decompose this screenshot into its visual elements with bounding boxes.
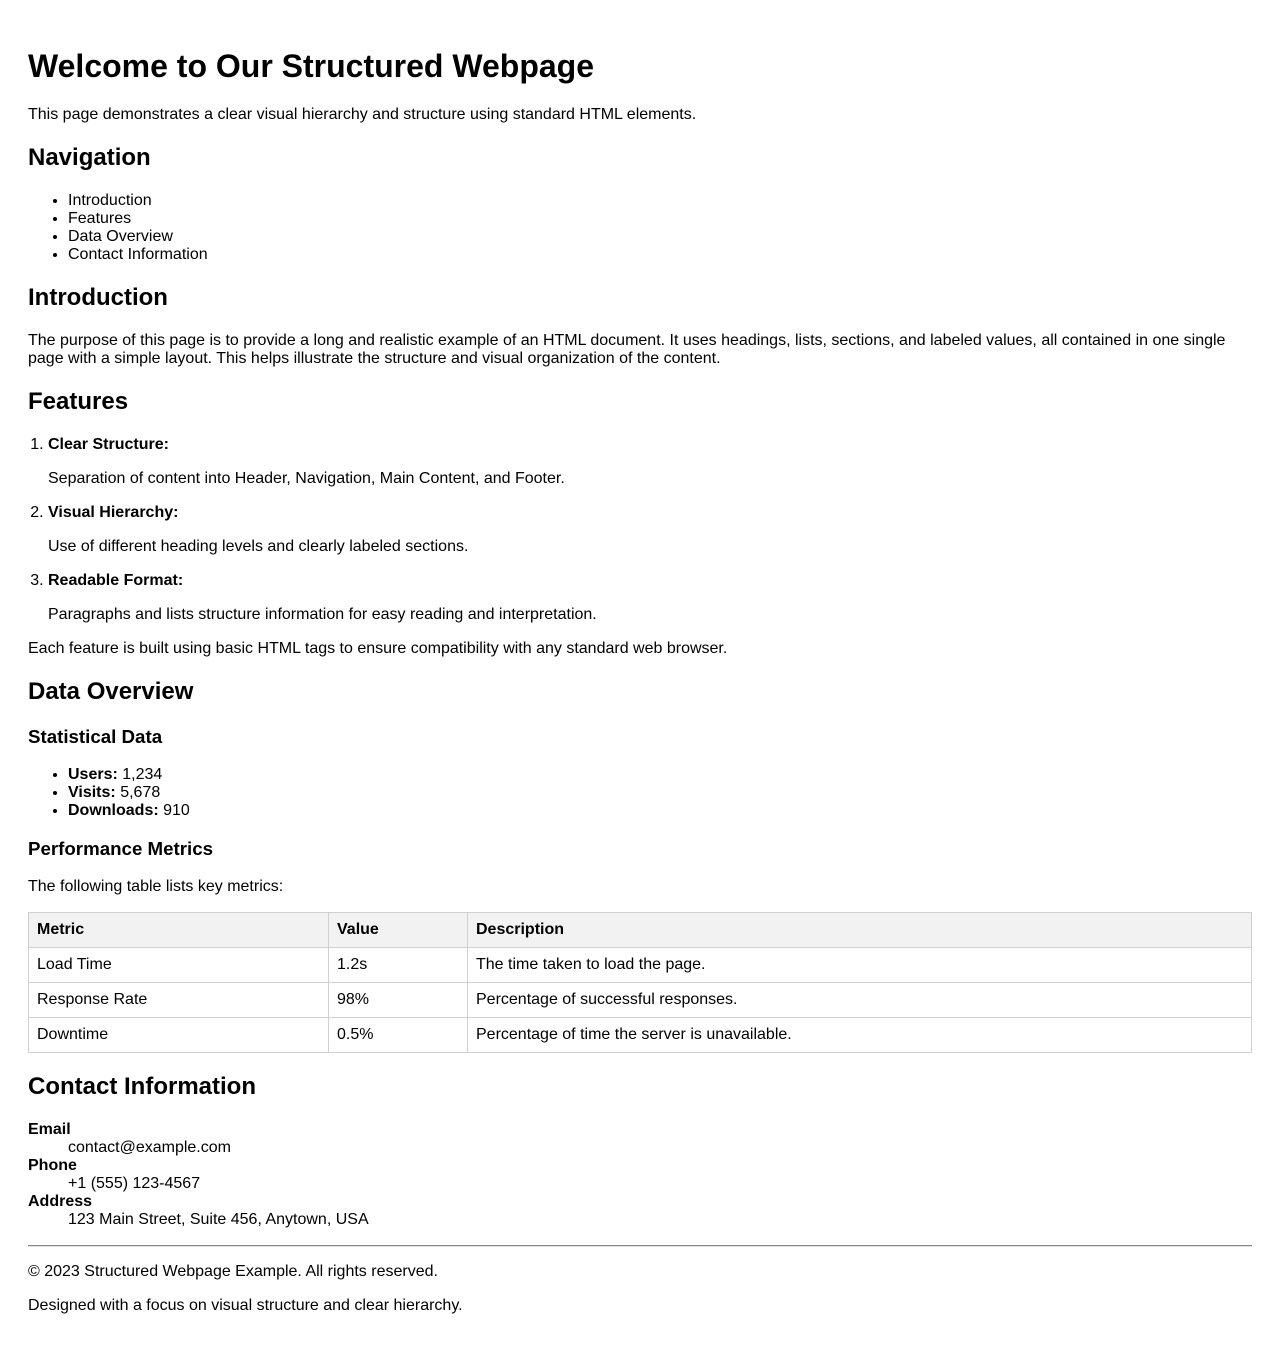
contact-value-phone: +1 (555) 123-4567 bbox=[68, 1175, 201, 1192]
data-overview-section: Data Overview Statistical Data Users: 1,… bbox=[28, 678, 1252, 1053]
introduction-heading: Introduction bbox=[28, 284, 168, 311]
contact-label-phone: Phone bbox=[28, 1157, 77, 1174]
navigation-section: Navigation Introduction Features Data Ov… bbox=[28, 144, 1252, 264]
page: Welcome to Our Structured Webpage This p… bbox=[0, 0, 1280, 1315]
table-cell: Load Time bbox=[28, 947, 329, 983]
nav-item-features[interactable]: Features bbox=[68, 210, 1252, 228]
feature-item: Visual Hierarchy: Use of different headi… bbox=[48, 504, 1252, 556]
contact-value-email: contact@example.com bbox=[68, 1139, 231, 1156]
feature-title: Readable Format: bbox=[48, 572, 184, 589]
stat-value: 1,234 bbox=[122, 766, 163, 783]
footer-copyright: © 2023 Structured Webpage Example. All r… bbox=[28, 1263, 438, 1280]
contact-heading: Contact Information bbox=[28, 1073, 256, 1100]
feature-description: Use of different heading levels and clea… bbox=[48, 538, 469, 555]
features-note: Each feature is built using basic HTML t… bbox=[28, 640, 728, 657]
column-header-description: Description bbox=[467, 912, 1252, 948]
stat-label: Downloads: bbox=[68, 802, 159, 819]
nav-item-contact-information[interactable]: Contact Information bbox=[68, 246, 1252, 264]
page-header: Welcome to Our Structured Webpage This p… bbox=[28, 48, 1252, 124]
page-title: Welcome to Our Structured Webpage bbox=[28, 48, 595, 84]
features-section: Features Clear Structure: Separation of … bbox=[28, 388, 1252, 658]
table-cell: Downtime bbox=[28, 1017, 329, 1053]
navigation-list: Introduction Features Data Overview Cont… bbox=[28, 192, 1252, 264]
nav-item-introduction[interactable]: Introduction bbox=[68, 192, 1252, 210]
contact-label-address: Address bbox=[28, 1193, 93, 1210]
table-row: Downtime 0.5% Percentage of time the ser… bbox=[28, 1017, 1252, 1053]
table-cell: The time taken to load the page. bbox=[467, 947, 1252, 983]
table-cell: Response Rate bbox=[28, 982, 329, 1018]
statistical-data-heading: Statistical Data bbox=[28, 726, 163, 747]
performance-metrics-heading: Performance Metrics bbox=[28, 838, 214, 859]
nav-item-data-overview[interactable]: Data Overview bbox=[68, 228, 1252, 246]
table-header-row: Metric Value Description bbox=[28, 912, 1252, 948]
feature-title: Visual Hierarchy: bbox=[48, 504, 179, 521]
table-cell: 1.2s bbox=[328, 947, 468, 983]
feature-title: Clear Structure: bbox=[48, 436, 169, 453]
metrics-intro: The following table lists key metrics: bbox=[28, 878, 284, 895]
footer-tagline: Designed with a focus on visual structur… bbox=[28, 1297, 463, 1314]
contact-label-email: Email bbox=[28, 1121, 71, 1138]
page-footer: © 2023 Structured Webpage Example. All r… bbox=[28, 1263, 1252, 1315]
stat-label: Users: bbox=[68, 766, 118, 783]
data-overview-heading: Data Overview bbox=[28, 678, 194, 705]
navigation-heading: Navigation bbox=[28, 144, 151, 171]
contact-value-address: 123 Main Street, Suite 456, Anytown, USA bbox=[68, 1211, 369, 1228]
contact-list: Email contact@example.com Phone +1 (555)… bbox=[28, 1121, 1252, 1229]
metrics-table: Metric Value Description Load Time 1.2s … bbox=[28, 912, 1252, 1053]
features-heading: Features bbox=[28, 388, 129, 415]
table-cell: Percentage of time the server is unavail… bbox=[467, 1017, 1252, 1053]
contact-section: Contact Information Email contact@exampl… bbox=[28, 1073, 1252, 1229]
page-intro: This page demonstrates a clear visual hi… bbox=[28, 106, 697, 123]
introduction-section: Introduction The purpose of this page is… bbox=[28, 284, 1252, 368]
table-cell: 98% bbox=[328, 982, 468, 1018]
feature-item: Readable Format: Paragraphs and lists st… bbox=[48, 572, 1252, 624]
features-list: Clear Structure: Separation of content i… bbox=[28, 436, 1252, 624]
feature-description: Paragraphs and lists structure informati… bbox=[48, 606, 597, 623]
column-header-metric: Metric bbox=[28, 912, 329, 948]
table-cell: Percentage of successful responses. bbox=[467, 982, 1252, 1018]
stat-item-users: Users: 1,234 bbox=[68, 766, 1252, 784]
introduction-text: The purpose of this page is to provide a… bbox=[28, 332, 1226, 367]
stat-value: 5,678 bbox=[120, 784, 161, 801]
table-cell: 0.5% bbox=[328, 1017, 468, 1053]
feature-item: Clear Structure: Separation of content i… bbox=[48, 436, 1252, 488]
statistics-list: Users: 1,234 Visits: 5,678 Downloads: 91… bbox=[28, 766, 1252, 820]
stat-value: 910 bbox=[163, 802, 190, 819]
table-row: Response Rate 98% Percentage of successf… bbox=[28, 982, 1252, 1018]
stat-label: Visits: bbox=[68, 784, 116, 801]
feature-description: Separation of content into Header, Navig… bbox=[48, 470, 565, 487]
column-header-value: Value bbox=[328, 912, 468, 948]
stat-item-visits: Visits: 5,678 bbox=[68, 784, 1252, 802]
table-row: Load Time 1.2s The time taken to load th… bbox=[28, 947, 1252, 983]
stat-item-downloads: Downloads: 910 bbox=[68, 802, 1252, 820]
footer-divider bbox=[28, 1245, 1252, 1247]
